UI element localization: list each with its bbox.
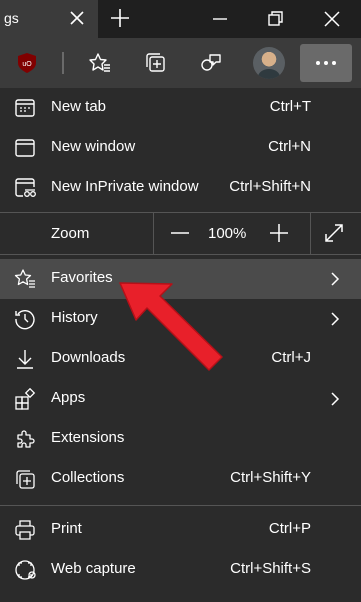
zoom-label: Zoom [51,225,90,242]
zoom-value: 100% [208,225,247,242]
menu-item-shortcut: Ctrl+Shift+Y [230,469,311,486]
menu-item-label: New tab [51,98,107,115]
tab-title: gs [4,10,19,26]
title-bar: gs [0,0,361,38]
feedback-icon[interactable] [199,51,223,75]
collections-icon [16,470,35,489]
chevron-right-icon [331,312,340,326]
menu-item-extensions[interactable]: Extensions [0,419,361,459]
menu-item-new-inprivate-window[interactable]: New InPrivate window Ctrl+Shift+N [0,168,361,208]
download-icon [17,350,33,369]
close-tab-icon[interactable] [68,9,86,27]
menu-item-history[interactable]: History [0,299,361,339]
toolbar-separator [62,52,64,74]
zoom-row: Zoom 100% [0,212,361,254]
menu-item-label: Favorites [51,269,113,286]
profile-avatar[interactable] [253,47,285,79]
settings-menu: New tab Ctrl+T New window Ctrl+N New InP… [0,88,361,602]
ublock-extension-icon[interactable]: uO [18,53,36,73]
menu-item-shortcut: Ctrl+T [269,98,311,115]
menu-item-favorites[interactable]: Favorites [0,259,361,299]
chevron-right-icon [331,272,340,286]
zoom-in-icon[interactable] [268,222,290,244]
menu-item-label: New window [51,138,136,155]
collections-toolbar-icon[interactable] [144,51,168,75]
menu-divider [0,505,361,506]
window-icon [15,139,35,157]
toolbar: uO [0,38,361,88]
web-capture-icon [15,560,36,580]
chevron-right-icon [331,392,340,406]
menu-item-label: History [51,309,98,326]
close-window-icon[interactable] [320,7,344,31]
new-tab-icon [15,99,35,117]
inprivate-icon [15,178,36,197]
extensions-icon [17,430,35,448]
menu-item-shortcut: Ctrl+J [271,349,311,366]
zoom-separator [310,212,311,254]
apps-icon [15,388,36,410]
menu-item-label: Downloads [51,349,126,366]
menu-item-shortcut: Ctrl+P [268,520,311,537]
zoom-separator [153,212,154,254]
svg-text:uO: uO [22,61,32,68]
menu-item-shortcut: Ctrl+N [268,138,311,155]
minimize-icon[interactable] [208,7,232,31]
menu-item-web-capture[interactable]: Web capture Ctrl+Shift+S [0,550,361,590]
menu-item-new-window[interactable]: New window Ctrl+N [0,128,361,168]
menu-item-shortcut: Ctrl+Shift+N [229,178,311,195]
menu-item-collections[interactable]: Collections Ctrl+Shift+Y [0,459,361,499]
menu-item-shortcut: Ctrl+Shift+S [230,560,311,577]
menu-item-new-tab[interactable]: New tab Ctrl+T [0,88,361,128]
menu-item-label: Apps [51,389,86,406]
new-tab-plus-icon[interactable] [110,8,130,28]
browser-tab[interactable]: gs [0,0,98,38]
settings-and-more-button[interactable] [300,44,352,82]
menu-item-print[interactable]: Print Ctrl+P [0,510,361,550]
favorites-icon [14,269,35,288]
full-screen-icon[interactable] [323,222,345,244]
restore-icon[interactable] [263,7,287,31]
history-icon [15,310,35,330]
print-icon [15,520,35,540]
menu-item-label: New InPrivate window [51,178,199,195]
menu-item-label: Extensions [51,429,125,446]
menu-item-apps[interactable]: Apps [0,379,361,419]
menu-divider [0,254,361,255]
menu-item-label: Collections [51,469,125,486]
menu-item-label: Web capture [51,560,136,577]
favorites-toolbar-icon[interactable] [88,51,112,75]
menu-item-downloads[interactable]: Downloads Ctrl+J [0,339,361,379]
zoom-out-icon[interactable] [169,222,191,244]
menu-item-label: Print [51,520,82,537]
